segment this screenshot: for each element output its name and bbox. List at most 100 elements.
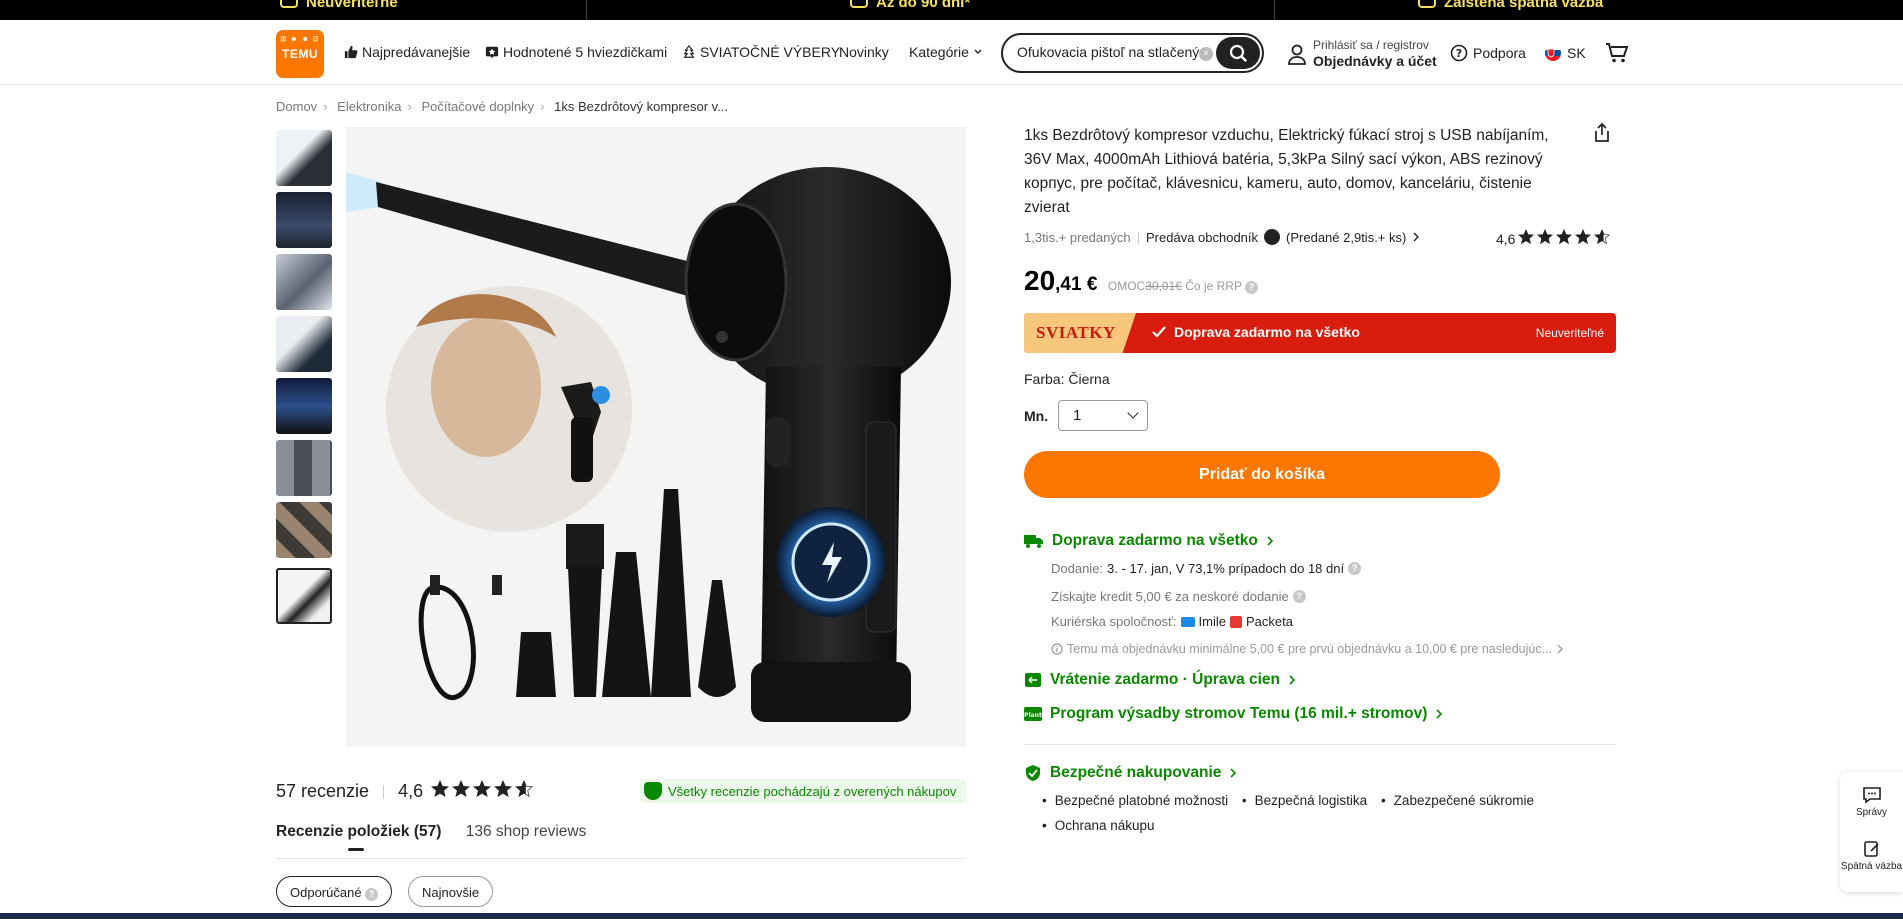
- breadcrumb-computer-accessories[interactable]: Počítačové doplnky: [421, 99, 534, 114]
- nav-categories[interactable]: Kategórie: [909, 44, 983, 60]
- reviews-divider: [383, 784, 385, 799]
- chip-label: Odporúčané: [290, 885, 362, 900]
- site-header: ⊞ ☻ ☻ ⊟ TEMU Najpredávanejšie Hodnotené …: [0, 20, 1903, 85]
- search-button[interactable]: [1216, 37, 1260, 69]
- free-returns-link[interactable]: Vrátenie zadarmo · Úprava cien: [1024, 671, 1296, 689]
- chevron-right-icon: [1413, 232, 1420, 242]
- promo-center-text: Až do 90 dní*: [876, 0, 971, 11]
- imile-logo-icon: [1180, 616, 1195, 627]
- color-selection: Farba: Čierna: [1024, 371, 1110, 387]
- free-shipping-link[interactable]: Doprava zadarmo na všetko: [1024, 532, 1274, 550]
- thumbnail-7[interactable]: [276, 502, 332, 558]
- thumbnail-1[interactable]: [276, 130, 332, 186]
- breadcrumb-separator: ›: [540, 99, 545, 114]
- minimum-order-text: Temu má objednávku minimálne 5,00 € pre …: [1067, 642, 1553, 656]
- star-badge-icon: [485, 46, 499, 59]
- reviews-summary: 57 recenzie 4,6: [276, 779, 536, 803]
- tree-icon: [683, 45, 695, 58]
- truck-icon: [280, 0, 298, 9]
- nav-holiday[interactable]: SVIATOČNÉ VÝBERY: [682, 44, 840, 60]
- clear-search-icon[interactable]: ×: [1199, 47, 1213, 61]
- safe-shopping-link[interactable]: Bezpečné nakupovanie: [1024, 764, 1237, 782]
- help-icon[interactable]: ?: [1348, 562, 1362, 575]
- seller-sold-count[interactable]: (Predané 2,9tis.+ ks): [1286, 230, 1406, 245]
- seller-avatar[interactable]: [1264, 229, 1281, 245]
- help-icon[interactable]: ?: [1292, 590, 1306, 603]
- search-input[interactable]: [1017, 44, 1202, 60]
- safe-item-privacy: Zabezpečené súkromie: [1391, 793, 1534, 808]
- product-main-image[interactable]: [346, 127, 966, 747]
- quantity-value: 1: [1073, 407, 1082, 424]
- thumbnail-4[interactable]: [276, 316, 332, 372]
- help-icon[interactable]: ?: [1245, 281, 1259, 294]
- active-tab-indicator: [348, 848, 364, 851]
- breadcrumb-home[interactable]: Domov: [276, 99, 317, 114]
- svg-text:?: ?: [1456, 47, 1462, 60]
- promo-center: Až do 90 dní*: [850, 0, 970, 11]
- safe-item-protection: Ochrana nákupu: [1052, 818, 1155, 833]
- quantity-select[interactable]: 1: [1058, 400, 1148, 431]
- breadcrumb-electronics[interactable]: Elektronika: [337, 99, 401, 114]
- logo-mark: ⊞ ☻ ☻ ⊟: [280, 36, 320, 43]
- search-box: ×: [1001, 33, 1264, 73]
- price-whole: 20: [1024, 265, 1056, 296]
- chip-label: Najnovšie: [422, 885, 480, 900]
- rating-value: 4,6: [1496, 230, 1516, 247]
- section-divider: [1024, 744, 1616, 745]
- messages-button[interactable]: Správy: [1840, 786, 1903, 818]
- feedback-button[interactable]: Spätná väzba: [1840, 840, 1903, 872]
- safe-shopping-list: Bezpečné platobné možnosti Bezpečná logi…: [1052, 793, 1554, 808]
- seller-label[interactable]: Predáva obchodník: [1146, 230, 1258, 245]
- delivery-value: 3. - 17. jan, V 73,1% prípadoch do 18 dn…: [1107, 561, 1345, 576]
- product-rating[interactable]: 4,6: [1496, 228, 1613, 248]
- shield-icon: [644, 782, 662, 800]
- breadcrumb-separator: ›: [407, 99, 412, 114]
- language-label: SK: [1567, 45, 1586, 61]
- nav-five-star[interactable]: Hodnotené 5 hviezdičkami: [485, 44, 667, 60]
- rrp-question[interactable]: Čo je RRP: [1185, 279, 1241, 293]
- courier-label: Kuriérska spoločnosť:: [1051, 614, 1177, 629]
- logo-text: TEMU: [282, 47, 318, 61]
- reviews-star-rating: [431, 779, 536, 803]
- nav-label: Novinky: [839, 44, 889, 60]
- thumbnail-3[interactable]: [276, 254, 332, 310]
- temu-logo[interactable]: ⊞ ☻ ☻ ⊟ TEMU: [276, 30, 324, 78]
- truck-icon: [1024, 535, 1043, 548]
- meta-divider: |: [1136, 229, 1140, 245]
- chevron-right-icon: [1230, 768, 1237, 778]
- thumbnail-5[interactable]: [276, 378, 332, 434]
- thumbnail-6[interactable]: [276, 440, 332, 496]
- tree-program-link[interactable]: Plant Program výsadby stromov Temu (16 m…: [1024, 705, 1443, 723]
- sold-count: 1,3tis.+ predaných: [1024, 229, 1131, 245]
- sort-recommended-chip[interactable]: Odporúčané ?: [276, 876, 393, 907]
- star-icon: [431, 779, 450, 797]
- plant-icon: Plant: [1024, 707, 1042, 721]
- tab-shop-reviews[interactable]: 136 shop reviews: [466, 823, 587, 840]
- tab-item-reviews[interactable]: Recenzie položiek (57): [276, 823, 441, 840]
- nav-bestsellers[interactable]: Najpredávanejšie: [344, 44, 470, 60]
- share-icon: [1595, 122, 1609, 142]
- star-icon: [1594, 228, 1611, 245]
- support-link[interactable]: ? Podpora: [1450, 44, 1526, 62]
- language-selector[interactable]: SK: [1544, 44, 1586, 62]
- thumbnail-8-selected[interactable]: [276, 568, 332, 624]
- side-float-panel: Správy Spätná väzba: [1840, 772, 1903, 892]
- product-meta: 1,3tis.+ predaných | Predáva obchodník (…: [1024, 229, 1420, 245]
- courier-info: Kuriérska spoločnosť: Imile Packeta: [1051, 614, 1293, 629]
- nav-new[interactable]: Novinky: [839, 44, 889, 60]
- thumbnail-2[interactable]: [276, 192, 332, 248]
- messages-label: Správy: [1855, 807, 1888, 818]
- cart-button[interactable]: [1605, 42, 1629, 64]
- shield-check-icon: [1026, 765, 1040, 781]
- sort-newest-chip[interactable]: Najnovšie: [408, 876, 494, 907]
- add-to-cart-button[interactable]: Pridať do košíka: [1024, 451, 1500, 498]
- minimum-order-note[interactable]: Temu má objednávku minimálne 5,00 € pre …: [1051, 642, 1564, 656]
- feedback-icon: [1418, 0, 1436, 9]
- share-button[interactable]: [1592, 122, 1612, 149]
- star-icon: [1575, 228, 1592, 245]
- breadcrumb-separator: ›: [323, 99, 328, 114]
- safe-shopping-heading: Bezpečné nakupovanie: [1050, 764, 1222, 781]
- help-icon[interactable]: ?: [365, 888, 379, 901]
- star-icon: [1556, 228, 1573, 245]
- packeta-logo-icon: [1230, 615, 1242, 628]
